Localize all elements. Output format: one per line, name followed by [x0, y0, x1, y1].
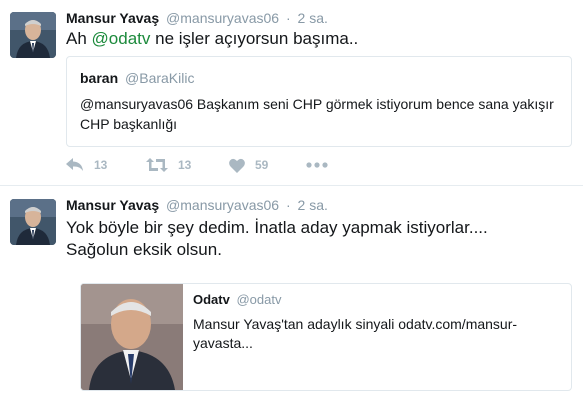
tweet-actions: 13 13 59 [66, 155, 366, 175]
more-button[interactable] [306, 155, 328, 175]
reply-icon [66, 158, 84, 172]
timestamp[interactable]: 2 sa. [298, 10, 328, 26]
like-button[interactable]: 59 [229, 155, 268, 175]
avatar[interactable] [10, 12, 56, 58]
card-image [81, 284, 183, 390]
tweet[interactable]: Mansur Yavaş @mansuryavas06 · 2 sa. Ah @… [0, 0, 583, 186]
mention-link[interactable]: @odatv [92, 29, 151, 48]
quoted-tweet-header: baran @BaraKilic [80, 70, 194, 86]
separator: · [285, 197, 291, 213]
tweet-header: Mansur Yavaş @mansuryavas06 · 2 sa. [66, 197, 328, 213]
author-handle[interactable]: @mansuryavas06 [166, 197, 279, 213]
tweet-text-line: Sağolun eksik olsun. [66, 240, 222, 259]
quoted-author-name: baran [80, 70, 119, 86]
avatar[interactable] [10, 199, 56, 245]
reply-count: 13 [94, 158, 108, 172]
link-card[interactable]: Odatv @odatv Mansur Yavaş'tan adaylık si… [80, 283, 572, 391]
timestamp[interactable]: 2 sa. [298, 197, 328, 213]
separator: · [285, 10, 291, 26]
tweet-header: Mansur Yavaş @mansuryavas06 · 2 sa. [66, 10, 328, 26]
tweet-text-suffix: ne işler açıyorsun başıma.. [150, 29, 359, 48]
retweet-count: 13 [178, 158, 192, 172]
quoted-tweet[interactable]: baran @BaraKilic @mansuryavas06 Başkanım… [66, 56, 572, 147]
quoted-tweet-text: @mansuryavas06 Başkanım seni CHP görmek … [80, 96, 554, 132]
card-text: Mansur Yavaş'tan adaylık sinyali odatv.c… [193, 316, 518, 351]
tweet-text-prefix: Ah [66, 29, 92, 48]
tweet-text: Yok böyle bir şey dedim. İnatla aday yap… [66, 217, 488, 261]
card-author-handle: @odatv [236, 292, 282, 307]
quoted-author-handle: @BaraKilic [125, 70, 195, 86]
tweet-text: Ah @odatv ne işler açıyorsun başıma.. [66, 28, 358, 50]
reply-button[interactable]: 13 [66, 155, 107, 175]
card-header: Odatv @odatv [193, 292, 563, 307]
tweet[interactable]: Mansur Yavaş @mansuryavas06 · 2 sa. Yok … [0, 187, 583, 407]
heart-icon [229, 158, 245, 173]
author-name[interactable]: Mansur Yavaş [66, 10, 159, 26]
card-body: Odatv @odatv Mansur Yavaş'tan adaylık si… [193, 292, 563, 353]
retweet-icon [146, 158, 168, 172]
tweet-text-line: Yok böyle bir şey dedim. İnatla aday yap… [66, 218, 488, 237]
retweet-button[interactable]: 13 [146, 155, 191, 175]
author-name[interactable]: Mansur Yavaş [66, 197, 159, 213]
more-dots-icon [306, 162, 328, 168]
like-count: 59 [255, 158, 269, 172]
author-handle[interactable]: @mansuryavas06 [166, 10, 279, 26]
card-author-name: Odatv [193, 292, 230, 307]
